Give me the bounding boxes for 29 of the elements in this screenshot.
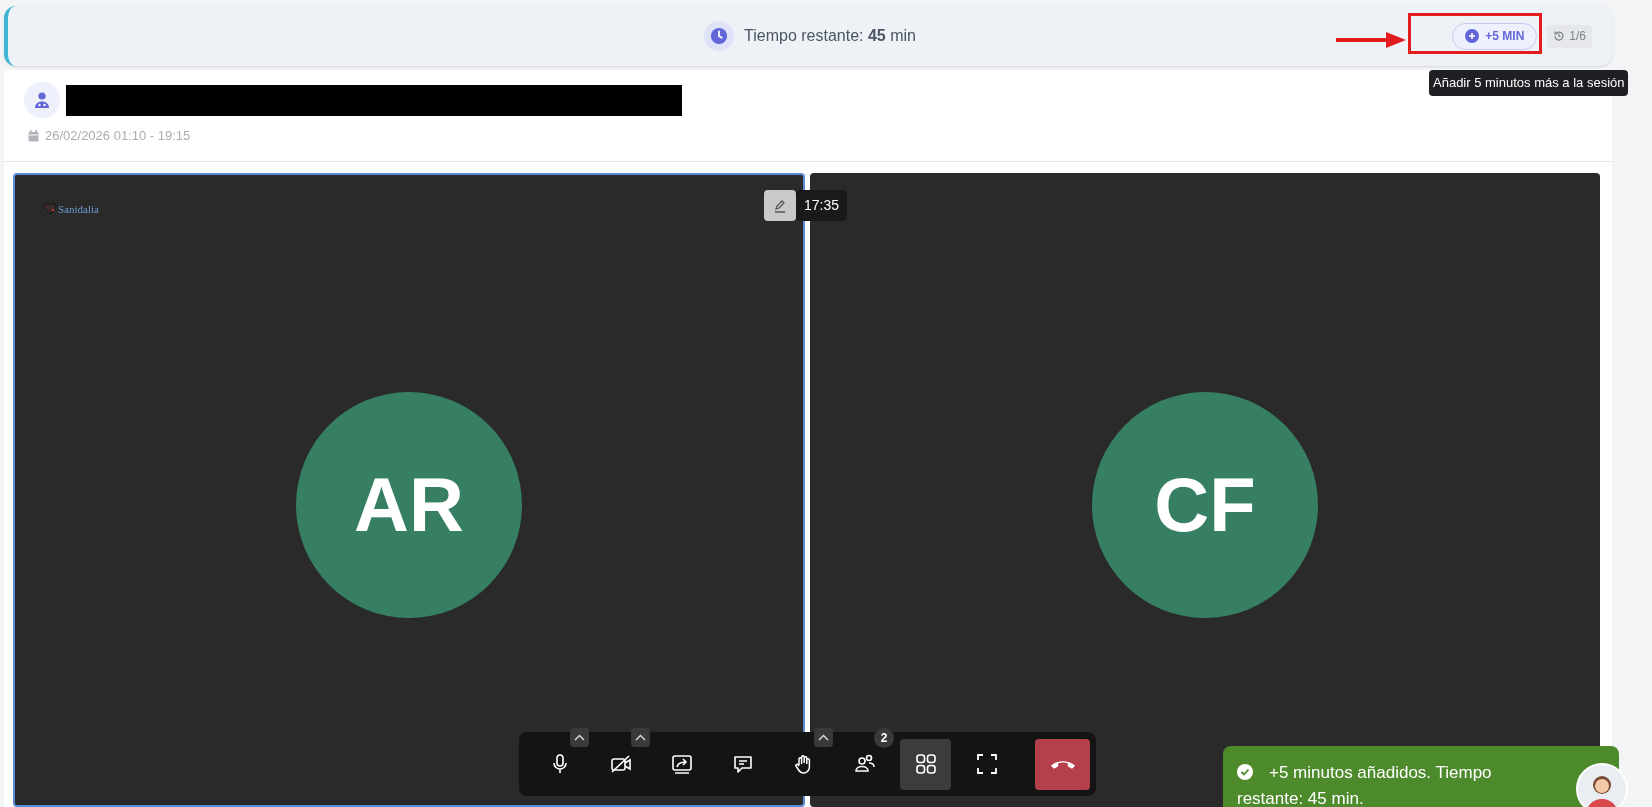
pencil-icon: [773, 198, 787, 213]
edit-button[interactable]: [764, 190, 796, 221]
toast-message: +5 minutos añadidos. Tiempo restante: 45 min.: [1237, 762, 1493, 807]
phone-icon: [1050, 759, 1075, 769]
session-date: 26/02/2026 01:10 - 19:15: [45, 127, 191, 145]
hang-up-button[interactable]: [1035, 738, 1090, 790]
add-time-button[interactable]: +5 MIN: [1452, 22, 1538, 50]
arrow: [1336, 32, 1406, 48]
clock-icon: [704, 21, 735, 51]
heart-icon: [43, 203, 57, 216]
share-screen-icon: [669, 752, 694, 776]
assistant-avatar[interactable]: [1576, 763, 1628, 807]
call-time: 17:35: [796, 190, 848, 221]
plus-icon: [1465, 29, 1480, 43]
extension-count: 1/6: [1547, 24, 1592, 48]
layout-button[interactable]: [900, 738, 951, 790]
time-remaining-text: Tiempo restante: 45 min: [744, 26, 916, 46]
history-icon: [1553, 30, 1566, 42]
logo-text: Sanidalia: [58, 202, 99, 217]
grid-icon: [913, 752, 938, 776]
participant-avatar: CF: [1092, 392, 1318, 618]
calendar-icon: [28, 129, 39, 142]
camera-off-icon: [608, 752, 633, 776]
fullscreen-icon: [974, 752, 999, 776]
doctor-avatar-icon: [24, 82, 60, 118]
participant-avatar: AR: [296, 392, 522, 618]
tooltip: Añadir 5 minutos más a la sesión: [1429, 70, 1629, 96]
video-tile[interactable]: AR Sanidalia: [13, 173, 805, 807]
check-icon: [1237, 764, 1253, 780]
